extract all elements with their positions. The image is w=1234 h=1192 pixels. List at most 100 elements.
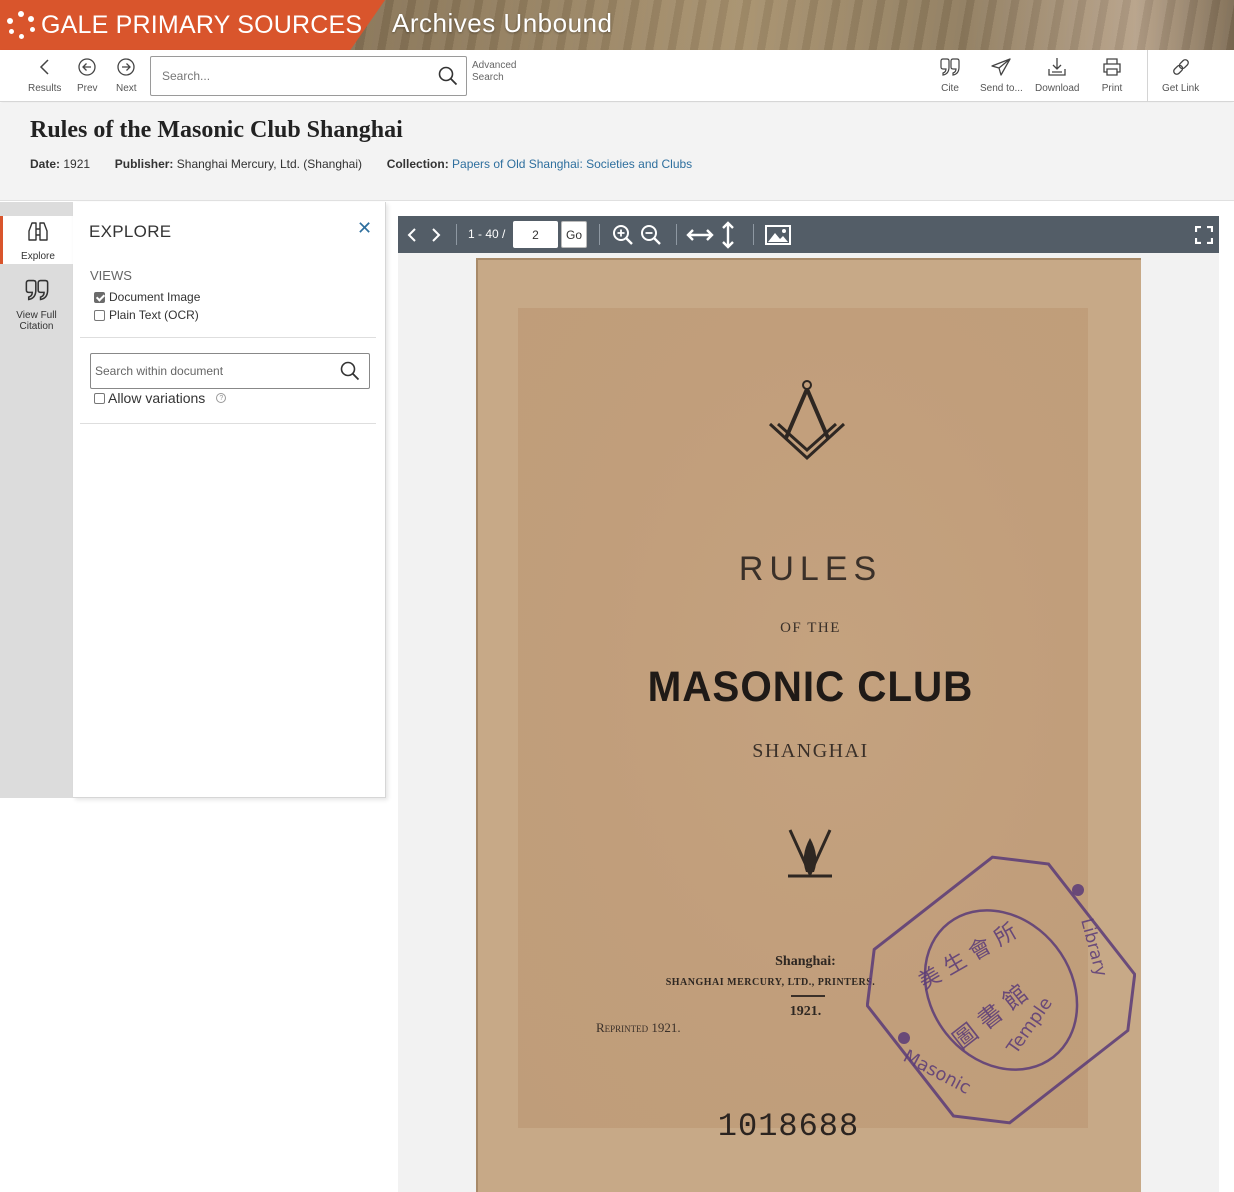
- fit-height-button[interactable]: [718, 216, 738, 253]
- search-box: [150, 56, 467, 96]
- collection-label: Collection:: [386, 157, 449, 171]
- document-metadata: Date: 1921 Publisher: Shanghai Mercury, …: [30, 157, 692, 171]
- view-option-plain-text[interactable]: Plain Text (OCR): [94, 308, 199, 322]
- page-count: 1 - 40 /: [468, 227, 506, 241]
- divider: [80, 423, 376, 424]
- arrow-left-circle-icon: [77, 54, 97, 80]
- page-club-name: MASONIC CLUB: [647, 663, 974, 711]
- search-within-box: [90, 353, 370, 389]
- square-and-compass-emblem: [768, 380, 846, 461]
- left-rail: Explore View Full Citation: [0, 202, 73, 798]
- view-option-label: Document Image: [109, 290, 201, 304]
- toolbar-separator: [676, 224, 677, 245]
- chevron-right-icon: [432, 227, 441, 242]
- previous-page-button[interactable]: [404, 216, 420, 253]
- document-page-image[interactable]: RULES OF THE MASONIC CLUB SHANGHAI Shang…: [476, 258, 1141, 1192]
- page-reprinted: Reprinted 1921.: [596, 1020, 681, 1035]
- page-rule: [791, 995, 825, 997]
- cite-label: Cite: [941, 83, 959, 94]
- view-option-document-image[interactable]: Document Image: [94, 290, 200, 304]
- rail-explore-label: Explore: [21, 251, 55, 262]
- publisher-value: Shanghai Mercury, Ltd. (Shanghai): [176, 157, 362, 171]
- page-number-input[interactable]: [513, 221, 558, 248]
- printer-icon: [1101, 54, 1123, 80]
- view-option-label: Plain Text (OCR): [109, 308, 199, 322]
- document-header: Rules of the Masonic Club Shanghai Date:…: [0, 103, 1234, 201]
- results-button[interactable]: Results: [28, 54, 61, 94]
- prev-button[interactable]: Prev: [77, 54, 98, 94]
- prev-label: Prev: [77, 83, 98, 94]
- fullscreen-button[interactable]: [1193, 216, 1215, 253]
- rail-citation-label: View Full Citation: [16, 310, 57, 332]
- fit-width-icon: [686, 228, 714, 241]
- zoom-out-icon: [641, 224, 661, 245]
- allow-variations-label: Allow variations: [108, 390, 206, 406]
- arrow-right-circle-icon: [116, 54, 136, 80]
- search-icon[interactable]: [438, 66, 458, 91]
- page-of-the: OF THE: [780, 620, 841, 636]
- next-label: Next: [116, 83, 137, 94]
- checkbox-checked[interactable]: [94, 291, 105, 303]
- masonic-ornament-emblem: [788, 829, 832, 878]
- download-button[interactable]: Download: [1035, 54, 1079, 94]
- toolbar: Results Prev Next Advanced Search Cite S…: [0, 50, 1234, 102]
- stamp-chinese-text: 美 生 會 所: [915, 919, 1022, 995]
- date-value: 1921: [63, 157, 91, 171]
- page-heading-rules: RULES: [738, 550, 883, 588]
- gale-logo-icon: [6, 10, 36, 40]
- zoom-in-icon: [613, 224, 633, 245]
- get-link-button[interactable]: Get Link: [1162, 54, 1199, 94]
- chevron-left-icon: [37, 54, 53, 80]
- brand-name: GALE PRIMARY SOURCES: [41, 10, 363, 39]
- cite-button[interactable]: Cite: [939, 54, 961, 94]
- publisher-label: Publisher:: [114, 157, 174, 171]
- checkbox[interactable]: [94, 309, 105, 321]
- print-label: Print: [1101, 83, 1123, 94]
- svg-text:Library: Library: [1076, 916, 1111, 979]
- help-icon[interactable]: ?: [216, 393, 227, 403]
- send-to-label: Send to...: [980, 83, 1023, 94]
- checkbox[interactable]: [94, 392, 105, 404]
- link-icon: [1170, 54, 1192, 80]
- divider: [80, 337, 376, 338]
- search-input[interactable]: [151, 57, 431, 95]
- fullscreen-icon: [1195, 225, 1213, 244]
- go-button[interactable]: Go: [561, 221, 587, 248]
- explore-title: EXPLORE: [89, 222, 172, 241]
- page-title: Rules of the Masonic Club Shanghai: [30, 117, 403, 143]
- library-stamp: 美 生 會 所 圖 書 館 Masonic Temple Library: [866, 855, 1136, 1125]
- toolbar-separator: [753, 224, 754, 245]
- next-button[interactable]: Next: [116, 54, 137, 94]
- header-banner: GALE PRIMARY SOURCES Archives Unbound: [0, 0, 1234, 50]
- print-button[interactable]: Print: [1101, 54, 1123, 94]
- quote-icon: [939, 54, 961, 80]
- binoculars-icon: [26, 221, 50, 248]
- zoom-out-button[interactable]: [639, 216, 663, 253]
- brand-logo-link[interactable]: GALE PRIMARY SOURCES: [0, 0, 385, 50]
- fit-height-icon: [722, 220, 734, 249]
- rail-item-explore[interactable]: Explore: [0, 216, 73, 264]
- close-icon[interactable]: ✕: [357, 218, 372, 239]
- rail-item-citation[interactable]: View Full Citation: [0, 278, 73, 332]
- fit-width-button[interactable]: [686, 216, 714, 253]
- search-icon[interactable]: [340, 361, 360, 386]
- toolbar-separator: [456, 224, 457, 245]
- zoom-in-button[interactable]: [611, 216, 635, 253]
- document-viewer: 1 - 40 / Go RULES OF: [398, 216, 1219, 1192]
- product-name[interactable]: Archives Unbound: [392, 8, 612, 39]
- quote-icon: [24, 278, 50, 307]
- download-icon: [1046, 54, 1068, 80]
- advanced-search-link[interactable]: Advanced Search: [472, 60, 526, 84]
- views-heading: VIEWS: [90, 268, 132, 283]
- allow-variations-option[interactable]: Allow variations ?: [94, 390, 227, 406]
- next-page-button[interactable]: [428, 216, 444, 253]
- send-to-button[interactable]: Send to...: [980, 54, 1023, 94]
- date-label: Date:: [30, 157, 61, 171]
- collection-link[interactable]: Papers of Old Shanghai: Societies and Cl…: [452, 157, 692, 171]
- image-settings-button[interactable]: [764, 216, 792, 253]
- image-icon: [765, 224, 791, 245]
- results-label: Results: [28, 83, 62, 94]
- page-city: SHANGHAI: [752, 740, 869, 762]
- search-within-input[interactable]: [91, 354, 331, 388]
- chevron-left-icon: [407, 227, 416, 242]
